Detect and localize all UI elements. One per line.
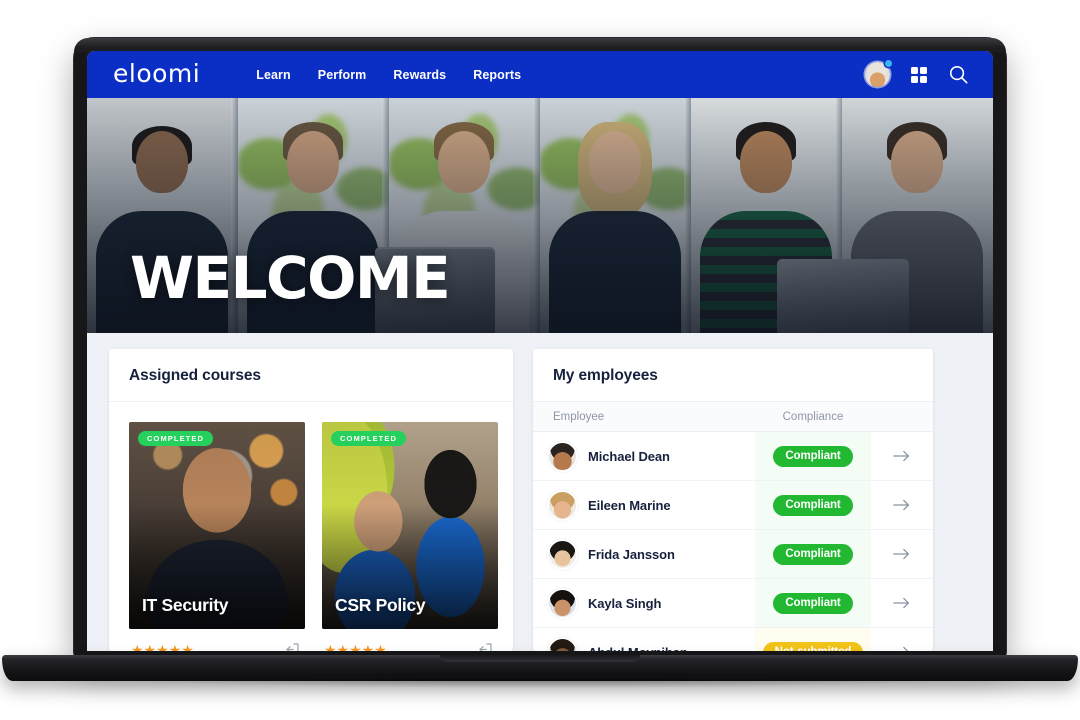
employee-cell: Frida Jansson <box>533 540 755 568</box>
table-row[interactable]: Kayla Singh Compliant <box>533 579 933 628</box>
laptop-mockup: eloomi Learn Perform Rewards Reports WEL… <box>0 0 1080 720</box>
employee-cell: Michael Dean <box>533 442 755 470</box>
row-open-button[interactable] <box>871 595 933 611</box>
avatar <box>549 442 576 470</box>
employee-name: Kayla Singh <box>588 595 662 611</box>
laptop-screen-bezel: eloomi Learn Perform Rewards Reports WEL… <box>74 38 1006 658</box>
table-row[interactable]: Frida Jansson Compliant <box>533 530 933 579</box>
avatar <box>549 589 576 617</box>
status-badge: Not-submitted <box>762 641 864 651</box>
course-title: IT Security <box>142 595 229 615</box>
arrow-right-icon <box>893 597 909 609</box>
laptop-base <box>2 655 1078 681</box>
status-badge: Compliant <box>773 543 853 565</box>
course-grid: COMPLETED IT Security ★★★★★ COMPLETED CS… <box>109 402 513 651</box>
row-open-button[interactable] <box>871 546 933 562</box>
laptop-base-notch <box>440 655 640 662</box>
assigned-courses-title: Assigned courses <box>109 349 513 402</box>
my-employees-title: My employees <box>533 349 933 402</box>
row-open-button[interactable] <box>871 448 933 464</box>
grid-apps-icon[interactable] <box>909 65 929 85</box>
employees-table-header: Employee Compliance <box>533 402 933 432</box>
laptop-shadow <box>120 679 960 688</box>
course-footer: ★★★★★ <box>322 629 498 651</box>
arrow-right-icon <box>893 548 909 560</box>
search-icon[interactable] <box>948 64 969 85</box>
avatar <box>549 540 576 568</box>
dashboard-content: Assigned courses COMPLETED IT Security ★… <box>87 333 993 651</box>
arrow-right-icon <box>893 450 909 462</box>
employee-name: Michael Dean <box>588 448 670 464</box>
hero-welcome-title: WELCOME <box>130 244 451 313</box>
employee-name: Frida Jansson <box>588 546 675 562</box>
compliance-cell: Not-submitted <box>755 628 871 651</box>
screen-viewport: eloomi Learn Perform Rewards Reports WEL… <box>87 51 993 651</box>
compliance-cell: Compliant <box>755 481 871 529</box>
row-open-button[interactable] <box>871 644 933 651</box>
hero-banner: WELCOME <box>87 98 993 333</box>
compliance-cell: Compliant <box>755 579 871 627</box>
course-thumbnail[interactable]: COMPLETED IT Security <box>129 422 305 629</box>
user-avatar[interactable] <box>865 60 892 87</box>
course-rating-stars[interactable]: ★★★★★ <box>131 643 194 652</box>
launch-course-icon[interactable] <box>284 641 301 651</box>
employee-cell: Kayla Singh <box>533 589 755 617</box>
avatar <box>549 638 576 651</box>
course-title: CSR Policy <box>335 595 426 615</box>
table-row[interactable]: Eileen Marine Compliant <box>533 481 933 530</box>
course-card[interactable]: COMPLETED IT Security ★★★★★ <box>129 422 305 651</box>
course-status-badge: COMPLETED <box>331 431 406 446</box>
top-navigation-bar: eloomi Learn Perform Rewards Reports <box>87 51 993 98</box>
table-row[interactable]: Michael Dean Compliant <box>533 432 933 481</box>
course-thumbnail[interactable]: COMPLETED CSR Policy <box>322 422 498 629</box>
employee-name: Abdul Moynihan <box>588 645 688 652</box>
column-header-compliance: Compliance <box>782 410 844 423</box>
employee-name: Eileen Marine <box>588 497 671 513</box>
eloomi-logo[interactable]: eloomi <box>113 61 200 86</box>
arrow-right-icon <box>893 499 909 511</box>
compliance-cell: Compliant <box>755 530 871 578</box>
course-footer: ★★★★★ <box>129 629 305 651</box>
row-open-button[interactable] <box>871 497 933 513</box>
nav-link-perform[interactable]: Perform <box>318 68 367 82</box>
my-employees-panel: My employees Employee Compliance Michael… <box>533 349 933 651</box>
main-nav-links: Learn Perform Rewards Reports <box>256 68 521 82</box>
launch-course-icon[interactable] <box>477 641 494 651</box>
employee-cell: Abdul Moynihan <box>533 638 755 652</box>
nav-link-rewards[interactable]: Rewards <box>393 68 446 82</box>
nav-link-reports[interactable]: Reports <box>473 68 521 82</box>
avatar <box>549 491 576 519</box>
status-badge: Compliant <box>773 494 853 516</box>
notification-dot-icon <box>885 60 892 67</box>
status-badge: Compliant <box>773 592 853 614</box>
table-row[interactable]: Abdul Moynihan Not-submitted <box>533 628 933 651</box>
arrow-right-icon <box>903 646 909 651</box>
employee-cell: Eileen Marine <box>533 491 755 519</box>
nav-right-controls <box>865 60 969 87</box>
column-header-employee: Employee <box>553 410 605 423</box>
course-rating-stars[interactable]: ★★★★★ <box>324 643 387 652</box>
compliance-cell: Compliant <box>755 432 871 480</box>
assigned-courses-panel: Assigned courses COMPLETED IT Security ★… <box>109 349 513 651</box>
course-status-badge: COMPLETED <box>138 431 213 446</box>
course-card[interactable]: COMPLETED CSR Policy ★★★★★ <box>322 422 498 651</box>
nav-link-learn[interactable]: Learn <box>256 68 291 82</box>
status-badge: Compliant <box>773 445 853 467</box>
